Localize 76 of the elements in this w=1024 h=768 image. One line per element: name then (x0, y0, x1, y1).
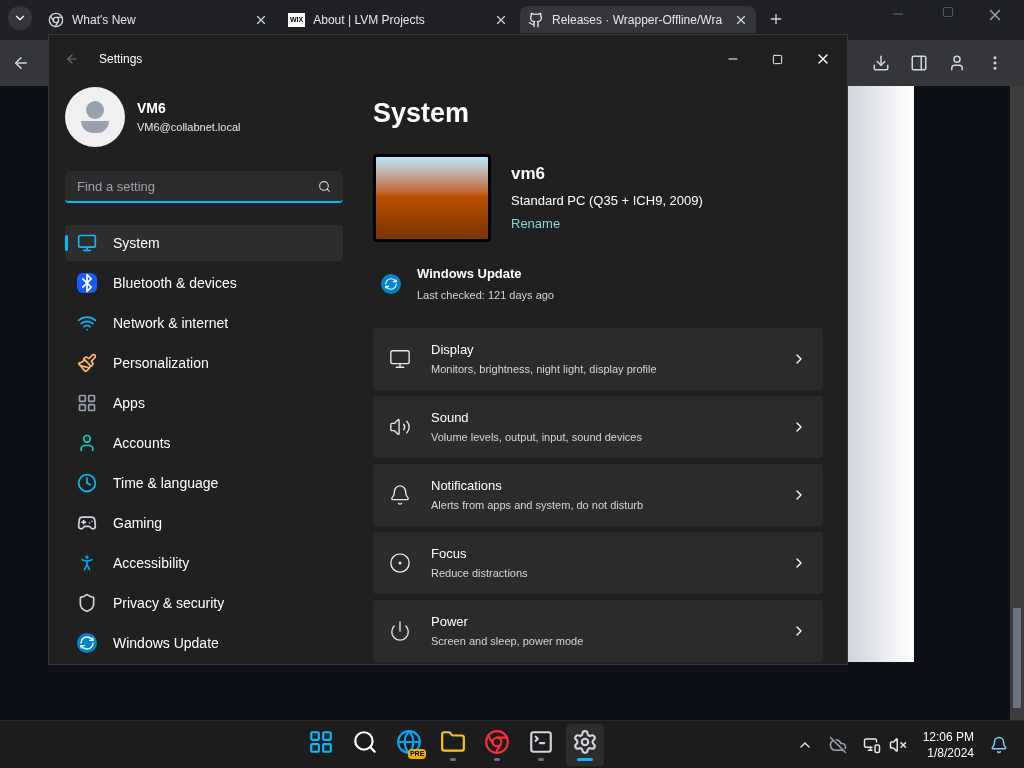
nav-item[interactable]: System (65, 225, 343, 261)
settings-icon (572, 728, 599, 755)
card-description: Screen and sleep, power mode (431, 634, 585, 649)
update-title[interactable]: Windows Update (417, 263, 554, 283)
nav-item[interactable]: Time & language (65, 465, 343, 501)
device-name: vm6 (511, 163, 547, 186)
terminal-icon (528, 728, 555, 755)
search-icon[interactable] (318, 180, 331, 193)
clock-time[interactable]: 12:06 PM (922, 728, 974, 745)
browser-tab[interactable]: Releases · Wrapper-Offline/Wra (520, 6, 756, 33)
search-field[interactable]: Find a setting (65, 171, 343, 203)
folder-icon (440, 728, 467, 755)
browser-logo-icon (48, 11, 64, 28)
tab-title: Releases · Wrapper-Offline/Wra (552, 11, 724, 29)
new-tab-icon[interactable] (768, 11, 784, 27)
bell-icon[interactable] (990, 735, 1008, 754)
nav-item[interactable]: Accessibility (65, 545, 343, 581)
tab-title: About | LVM Projects (313, 11, 426, 29)
rename-link[interactable]: Rename (511, 214, 703, 234)
avatar (65, 87, 125, 147)
page-title: System (373, 97, 471, 130)
gamepad-icon (77, 513, 97, 533)
card-description: Alerts from apps and system, do not disturb (431, 498, 645, 513)
network-icon[interactable] (862, 735, 881, 754)
person-icon (77, 433, 97, 453)
settings-card[interactable]: Display Monitors, brightness, night light, display profile (373, 327, 823, 390)
shield-icon (77, 593, 97, 613)
update-status: Last checked: 121 days ago (417, 288, 554, 303)
scrollbar[interactable] (1010, 86, 1024, 720)
bell-icon (389, 483, 411, 506)
device-model: Standard PC (Q35 + ICH9, 2009) (511, 191, 703, 210)
window-title: Settings (99, 51, 143, 68)
user-name: VM6 (137, 99, 167, 119)
download-icon[interactable] (872, 54, 890, 72)
nav-item[interactable]: Apps (65, 385, 343, 421)
search-icon (352, 728, 379, 755)
tab-list-button[interactable] (8, 6, 32, 30)
settings-card[interactable]: Power Screen and sleep, power mode (373, 599, 823, 662)
octocat-icon (528, 11, 544, 28)
nav-item[interactable]: Network & internet (65, 305, 343, 341)
nav-item[interactable]: Bluetooth & devices (65, 265, 343, 301)
browser-logo-icon (484, 728, 511, 755)
speaker-muted-icon[interactable] (888, 735, 907, 754)
refresh-icon[interactable] (381, 273, 401, 294)
settings-card[interactable]: Sound Volume levels, output, input, sound devices (373, 395, 823, 458)
card-description: Reduce distractions (431, 566, 529, 581)
nav-item[interactable]: Windows Update (65, 625, 343, 661)
maximize-icon[interactable] (772, 53, 783, 65)
target-icon (389, 551, 411, 574)
user-email: VM6@collabnet.local (137, 120, 241, 136)
side-panel-icon[interactable] (910, 54, 928, 72)
monitor-icon (77, 233, 97, 253)
refresh-icon (77, 633, 97, 653)
monitor-icon (389, 347, 411, 370)
card-description: Volume levels, output, input, sound devices (431, 430, 643, 445)
wifi-icon (77, 313, 97, 333)
card-description: Monitors, brightness, night light, display profile (431, 362, 658, 377)
cloud-off-icon[interactable] (828, 735, 847, 754)
settings-card[interactable]: Focus Reduce distractions (373, 531, 823, 594)
browser-logo-icon (396, 728, 423, 755)
settings-card[interactable]: Notifications Alerts from apps and system, do not disturb (373, 463, 823, 526)
clock-icon (77, 473, 97, 493)
nav-item[interactable]: Personalization (65, 345, 343, 381)
taskbar-app[interactable] (566, 723, 605, 766)
nav-item[interactable]: Privacy & security (65, 585, 343, 621)
paintbrush-icon (77, 353, 97, 373)
browser-tab[interactable]: What's New (40, 6, 276, 33)
nav-item[interactable]: Gaming (65, 505, 343, 541)
tab-title: What's New (72, 11, 137, 29)
bluetooth-icon (77, 273, 97, 293)
nav-item[interactable]: Accounts (65, 425, 343, 461)
windows-logo-icon (308, 728, 335, 755)
grid-icon (77, 393, 97, 413)
clock-date[interactable]: 1/8/2024 (927, 744, 974, 761)
profile-icon[interactable] (948, 54, 966, 72)
power-icon (389, 619, 411, 642)
